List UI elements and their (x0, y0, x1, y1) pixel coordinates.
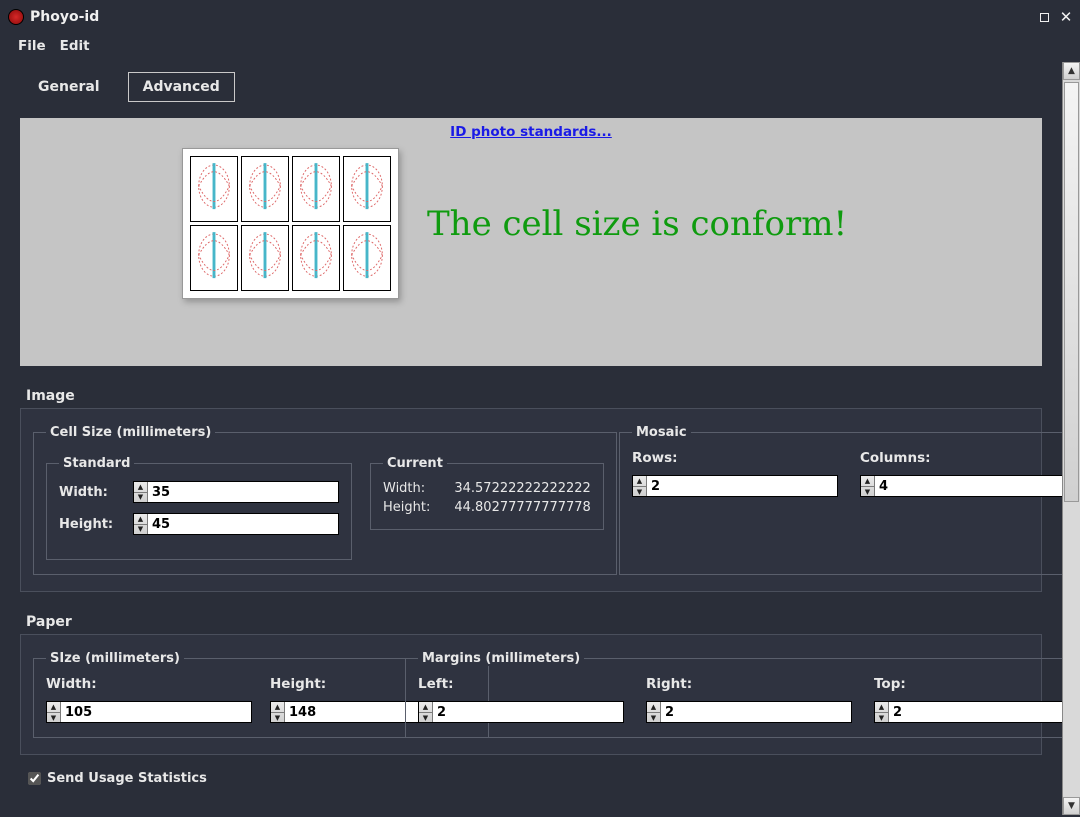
mosaic-group: Mosaic Rows: ▲▼ Columns: ▲▼ (619, 425, 1062, 575)
image-panel: Cell Size (millimeters) Standard Width: … (20, 408, 1042, 592)
cell-size-standard-group: Standard Width: ▲▼ Height: (46, 456, 352, 560)
margin-left-label: Left: (418, 676, 624, 692)
spin-down-icon[interactable]: ▼ (633, 487, 646, 497)
mosaic-rows-spin[interactable]: ▲▼ (632, 475, 838, 497)
menu-edit[interactable]: Edit (60, 38, 90, 54)
scrollbar-thumb[interactable] (1064, 82, 1079, 502)
spin-down-icon[interactable]: ▼ (647, 713, 660, 723)
mosaic-cell (241, 225, 289, 291)
paper-width-input[interactable] (61, 702, 251, 722)
scroll-down-icon[interactable]: ▼ (1063, 797, 1080, 815)
tab-bar: General Advanced (20, 68, 1042, 104)
spin-down-icon[interactable]: ▼ (134, 525, 147, 535)
spin-up-icon[interactable]: ▲ (875, 702, 888, 713)
scroll-up-icon[interactable]: ▲ (1063, 62, 1080, 80)
margin-left-spin[interactable]: ▲▼ (418, 701, 624, 723)
margin-right-input[interactable] (661, 702, 851, 722)
mosaic-cell (292, 156, 340, 222)
spin-down-icon[interactable]: ▼ (47, 713, 60, 723)
paper-width-label: Width: (46, 676, 252, 692)
spin-up-icon[interactable]: ▲ (47, 702, 60, 713)
spin-up-icon[interactable]: ▲ (633, 476, 646, 487)
send-usage-stats-checkbox[interactable] (28, 772, 41, 785)
margin-top-input[interactable] (889, 702, 1062, 722)
cell-size-group: Cell Size (millimeters) Standard Width: … (33, 425, 617, 575)
standard-height-spin[interactable]: ▲▼ (133, 513, 339, 535)
app-icon (8, 9, 24, 25)
spin-up-icon[interactable]: ▲ (861, 476, 874, 487)
window-title: Phoyo-id (30, 9, 1038, 25)
paper-margins-group: Margins (millimeters) Left: ▲▼ Right: (405, 651, 1062, 738)
menu-file[interactable]: File (18, 38, 46, 54)
id-photo-standards-link[interactable]: ID photo standards... (26, 124, 1036, 140)
margin-top-spin[interactable]: ▲▼ (874, 701, 1062, 723)
standard-width-spin[interactable]: ▲▼ (133, 481, 339, 503)
spin-down-icon[interactable]: ▼ (134, 493, 147, 503)
cell-size-legend: Cell Size (millimeters) (46, 425, 215, 440)
spin-up-icon[interactable]: ▲ (271, 702, 284, 713)
current-height-label: Height: (383, 500, 430, 515)
mosaic-cell (343, 225, 391, 291)
current-width-label: Width: (383, 481, 430, 496)
mosaic-cell (190, 156, 238, 222)
standard-width-label: Width: (59, 485, 119, 500)
margin-top-label: Top: (874, 676, 1062, 692)
paper-margins-legend: Margins (millimeters) (418, 651, 584, 666)
menubar: File Edit (0, 34, 1080, 62)
margin-right-label: Right: (646, 676, 852, 692)
mosaic-rows-label: Rows: (632, 450, 838, 466)
mosaic-preview (182, 148, 399, 299)
spin-down-icon[interactable]: ▼ (875, 713, 888, 723)
paper-section-title: Paper (26, 614, 1042, 630)
mosaic-cell (292, 225, 340, 291)
spin-up-icon[interactable]: ▲ (134, 514, 147, 525)
titlebar: Phoyo-id ✕ (0, 0, 1080, 34)
window-maximize-button[interactable] (1038, 11, 1050, 23)
conform-message: The cell size is conform! (427, 204, 847, 244)
standard-height-label: Height: (59, 517, 119, 532)
tab-advanced[interactable]: Advanced (128, 72, 235, 102)
window-close-button[interactable]: ✕ (1060, 11, 1072, 23)
spin-down-icon[interactable]: ▼ (419, 713, 432, 723)
standard-width-input[interactable] (148, 482, 338, 502)
standard-legend: Standard (59, 456, 134, 471)
paper-size-legend: SIze (millimeters) (46, 651, 184, 666)
current-legend: Current (383, 456, 447, 471)
cell-size-current-group: Current Width: 34.57222222222222 Height:… (370, 456, 604, 530)
image-section-title: Image (26, 388, 1042, 404)
preview-panel: ID photo standards... (20, 118, 1042, 366)
mosaic-columns-spin[interactable]: ▲▼ (860, 475, 1062, 497)
spin-down-icon[interactable]: ▼ (271, 713, 284, 723)
mosaic-legend: Mosaic (632, 425, 691, 440)
margin-left-input[interactable] (433, 702, 623, 722)
mosaic-cell (241, 156, 289, 222)
standard-height-input[interactable] (148, 514, 338, 534)
spin-up-icon[interactable]: ▲ (134, 482, 147, 493)
margin-right-spin[interactable]: ▲▼ (646, 701, 852, 723)
current-width-value: 34.57222222222222 (454, 481, 590, 496)
mosaic-columns-input[interactable] (875, 476, 1062, 496)
tab-general[interactable]: General (24, 73, 114, 101)
mosaic-columns-label: Columns: (860, 450, 1062, 466)
paper-panel: SIze (millimeters) Width: ▲▼ Height: (20, 634, 1042, 755)
mosaic-cell (190, 225, 238, 291)
mosaic-rows-input[interactable] (647, 476, 837, 496)
spin-up-icon[interactable]: ▲ (647, 702, 660, 713)
mosaic-cell (343, 156, 391, 222)
paper-width-spin[interactable]: ▲▼ (46, 701, 252, 723)
spin-up-icon[interactable]: ▲ (419, 702, 432, 713)
send-usage-stats-label: Send Usage Statistics (47, 771, 207, 786)
vertical-scrollbar[interactable]: ▲ ▼ (1062, 62, 1080, 815)
current-height-value: 44.80277777777778 (454, 500, 590, 515)
spin-down-icon[interactable]: ▼ (861, 487, 874, 497)
